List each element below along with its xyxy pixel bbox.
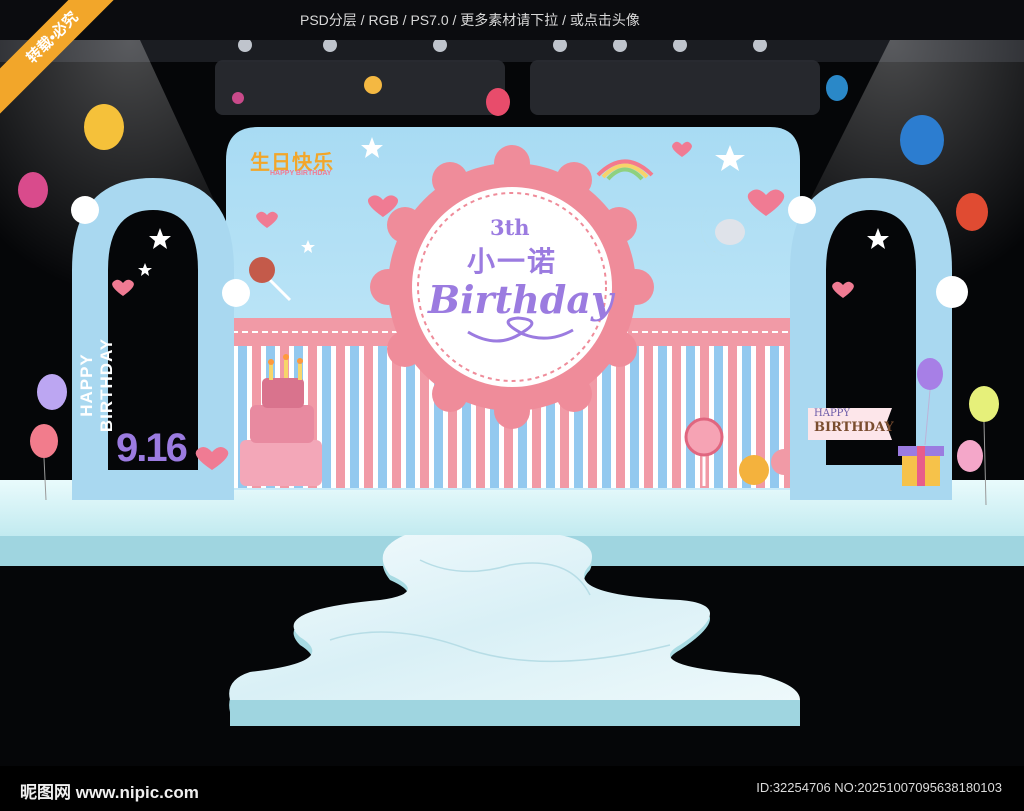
left-flower <box>71 196 99 224</box>
right-banner-line1: HAPPY <box>814 408 851 419</box>
right-arch <box>788 178 968 500</box>
right-flower <box>788 196 816 224</box>
badge-age: 3th <box>490 215 530 240</box>
poster-stage: PSD分层 / RGB / PS7.0 / 更多素材请下拉 / 或点击头像 转载… <box>0 0 1024 811</box>
elephant-decoration <box>715 219 745 245</box>
footer-id: ID:32254706 NO:20251007095638180103 <box>756 780 1002 795</box>
left-flower-2 <box>222 279 250 307</box>
right-balloon-purple <box>917 358 943 390</box>
top-info-text: PSD分层 / RGB / PS7.0 / 更多素材请下拉 / 或点击头像 <box>300 12 640 28</box>
badge-name: 小一诺 <box>467 246 558 277</box>
stage-scene <box>0 40 1024 726</box>
left-arch-date: 9.16 <box>116 426 188 470</box>
left-arch-vertical-text: HAPPY BIRTHDAY <box>77 337 116 433</box>
backdrop-logo-subtitle: HAPPY BIRTHDAY <box>270 170 332 177</box>
badge-script: Birthday <box>428 277 614 322</box>
footer-logo: 昵图网 www.nipic.com <box>20 783 199 802</box>
gift-box <box>898 446 944 486</box>
right-banner-line2: BIRTHDAY <box>814 420 894 435</box>
right-flower-2 <box>936 276 968 308</box>
